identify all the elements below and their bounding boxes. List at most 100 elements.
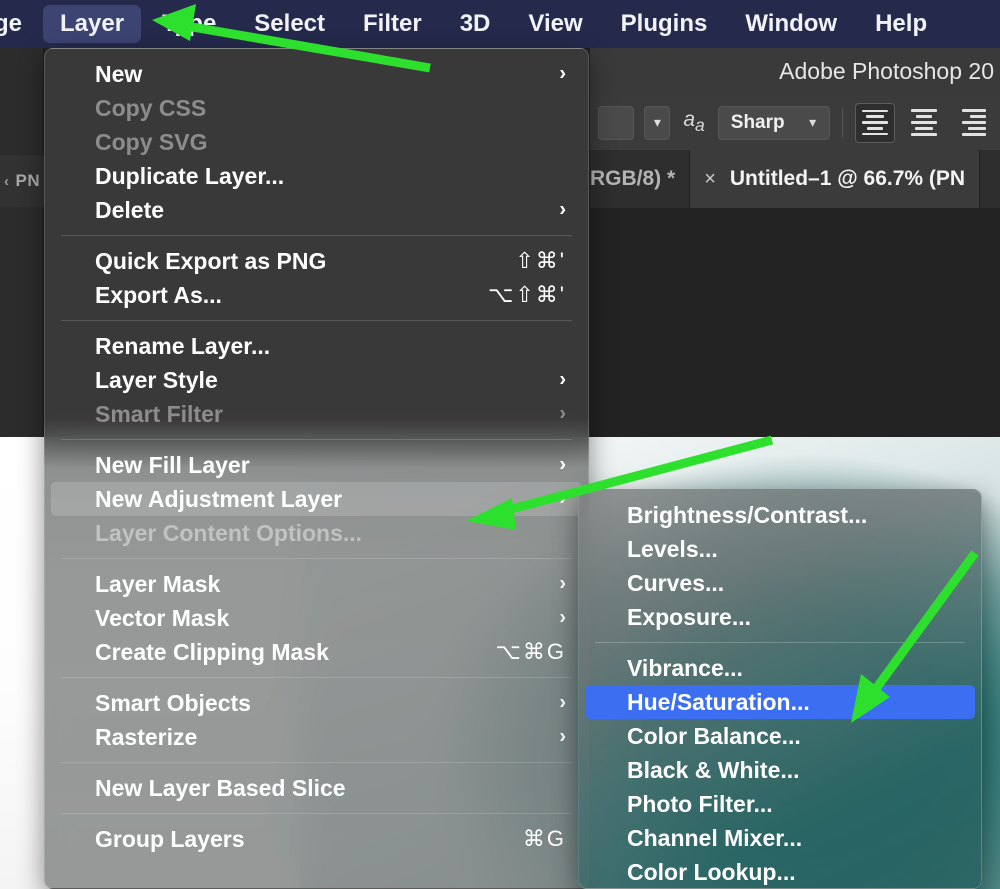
- anti-alias-icon: aa: [680, 108, 707, 136]
- menu-separator: [595, 642, 965, 643]
- new-adjustment-layer-submenu[interactable]: Brightness/Contrast...Levels... Curves...…: [578, 489, 982, 889]
- align-right-icon[interactable]: [953, 103, 992, 143]
- menu-separator: [61, 439, 572, 440]
- menubar[interactable]: geLayerTypeSelectFilter3DViewPluginsWind…: [0, 0, 1000, 48]
- chevron-right-icon: ›: [559, 199, 566, 222]
- menu-item-black-white[interactable]: Black & White...: [585, 753, 975, 787]
- menubar-item-help[interactable]: Help: [858, 5, 944, 43]
- menubar-item-view[interactable]: View: [511, 5, 599, 43]
- menu-item-label: Black & White...: [627, 757, 959, 784]
- menu-item-label: Layer Mask: [95, 571, 566, 598]
- left-panel-tabstrip[interactable]: ‹ PN: [0, 155, 44, 207]
- document-tabbar[interactable]: RGB/8) * × Untitled–1 @ 66.7% (PN: [590, 150, 1000, 208]
- menu-item-hue-saturation[interactable]: Hue/Saturation...: [585, 685, 975, 719]
- document-tab[interactable]: × Untitled–1 @ 66.7% (PN: [690, 150, 980, 208]
- chevron-right-icon: ›: [559, 692, 566, 715]
- close-icon[interactable]: ×: [704, 168, 716, 191]
- layer-dropdown-menu[interactable]: New›Copy CSSCopy SVGDuplicate Layer...De…: [44, 48, 589, 889]
- menu-item-label: Vibrance...: [627, 655, 959, 682]
- chevron-right-icon: ›: [559, 573, 566, 596]
- menu-separator: [61, 813, 572, 814]
- menu-item-new-layer-based-slice[interactable]: New Layer Based Slice: [51, 771, 582, 805]
- menu-separator: [61, 235, 572, 236]
- menubar-item-plugins[interactable]: Plugins: [604, 5, 725, 43]
- menu-item-photo-filter[interactable]: Photo Filter...: [585, 787, 975, 821]
- menu-item-label: Group Layers: [95, 826, 503, 853]
- menu-item-exposure[interactable]: Exposure...: [585, 600, 975, 634]
- color-swatch-field[interactable]: [598, 106, 634, 140]
- menu-item-delete[interactable]: Delete›: [51, 193, 582, 227]
- menu-item-label: New: [95, 61, 566, 88]
- menu-item-shortcut: ⌥⌘G: [496, 639, 566, 665]
- menu-item-new-adjustment-layer[interactable]: New Adjustment Layer›: [51, 482, 582, 516]
- menubar-item-ge[interactable]: ge: [0, 5, 39, 43]
- menu-item-vector-mask[interactable]: Vector Mask›: [51, 601, 582, 635]
- menubar-item-3d[interactable]: 3D: [443, 5, 508, 43]
- chevron-left-icon[interactable]: ‹: [4, 173, 10, 190]
- menu-item-copy-css: Copy CSS: [51, 91, 582, 125]
- menu-item-label: Duplicate Layer...: [95, 163, 566, 190]
- menu-item-rename-layer[interactable]: Rename Layer...: [51, 329, 582, 363]
- menubar-item-type[interactable]: Type: [145, 5, 233, 43]
- menu-item-brightness-contrast[interactable]: Brightness/Contrast...: [585, 498, 975, 532]
- anti-alias-value: Sharp: [731, 112, 785, 134]
- menu-item-export-as[interactable]: Export As...⌥⇧⌘': [51, 278, 582, 312]
- menu-item-shortcut: ⌥⇧⌘': [488, 282, 566, 308]
- menu-item-layer-mask[interactable]: Layer Mask›: [51, 567, 582, 601]
- menu-item-copy-svg: Copy SVG: [51, 125, 582, 159]
- menu-item-duplicate-layer[interactable]: Duplicate Layer...: [51, 159, 582, 193]
- menu-item-label: Hue/Saturation...: [627, 689, 959, 716]
- menu-item-label: Copy SVG: [95, 129, 566, 156]
- menu-item-label: Vector Mask: [95, 605, 566, 632]
- menu-item-color-balance[interactable]: Color Balance...: [585, 719, 975, 753]
- chevron-down-icon[interactable]: ▾: [645, 114, 669, 131]
- menu-item-vibrance[interactable]: Vibrance...: [585, 651, 975, 685]
- menu-item-group-layers[interactable]: Group Layers ⌘G: [51, 822, 582, 856]
- menu-item-shortcut: ⇧⌘': [515, 248, 566, 274]
- menubar-item-window[interactable]: Window: [728, 5, 854, 43]
- menu-item-layer-content-options: Layer Content Options...: [51, 516, 582, 550]
- anti-alias-select[interactable]: Sharp ▾: [718, 106, 830, 140]
- chevron-right-icon: ›: [559, 403, 566, 426]
- menu-item-rasterize[interactable]: Rasterize›: [51, 720, 582, 754]
- menu-item-color-lookup[interactable]: Color Lookup...: [585, 855, 975, 889]
- menu-item-quick-export-as-png[interactable]: Quick Export as PNG ⇧⌘': [51, 244, 582, 278]
- menu-item-shortcut: ⌘G: [523, 826, 566, 852]
- document-tab-label: Untitled–1 @ 66.7% (PN: [730, 167, 965, 191]
- menu-item-levels[interactable]: Levels...: [585, 532, 975, 566]
- menubar-item-layer[interactable]: Layer: [43, 5, 141, 43]
- chevron-down-icon[interactable]: ▾: [801, 114, 825, 131]
- app-title: Adobe Photoshop 20: [779, 58, 994, 85]
- menu-item-create-clipping-mask[interactable]: Create Clipping Mask ⌥⌘G: [51, 635, 582, 669]
- menu-item-layer-style[interactable]: Layer Style›: [51, 363, 582, 397]
- toolbar-divider: [842, 108, 843, 138]
- menu-separator: [61, 762, 572, 763]
- options-dropdown-button[interactable]: ▾: [644, 106, 670, 140]
- menu-item-new-fill-layer[interactable]: New Fill Layer›: [51, 448, 582, 482]
- menu-item-label: Layer Content Options...: [95, 520, 566, 547]
- app-titlebar: Adobe Photoshop 20: [590, 48, 1000, 95]
- menu-separator: [61, 677, 572, 678]
- menu-item-label: Layer Style: [95, 367, 566, 394]
- menu-item-label: Quick Export as PNG: [95, 248, 495, 275]
- menu-item-channel-mixer[interactable]: Channel Mixer...: [585, 821, 975, 855]
- menu-item-label: Channel Mixer...: [627, 825, 959, 852]
- menu-item-new[interactable]: New›: [51, 57, 582, 91]
- menu-item-label: Rename Layer...: [95, 333, 566, 360]
- menubar-item-select[interactable]: Select: [237, 5, 342, 43]
- options-toolbar[interactable]: ▾ aa Sharp ▾: [590, 95, 1000, 150]
- align-left-icon[interactable]: [855, 103, 895, 143]
- menu-item-smart-objects[interactable]: Smart Objects›: [51, 686, 582, 720]
- menu-item-label: Smart Filter: [95, 401, 566, 428]
- menubar-item-filter[interactable]: Filter: [346, 5, 439, 43]
- align-center-icon[interactable]: [905, 103, 944, 143]
- left-panel-strip: [0, 48, 44, 437]
- document-tab[interactable]: RGB/8) *: [590, 150, 690, 208]
- menu-item-label: Curves...: [627, 570, 959, 597]
- menu-item-label: Create Clipping Mask: [95, 639, 476, 666]
- menu-item-curves[interactable]: Curves...: [585, 566, 975, 600]
- menu-separator: [61, 558, 572, 559]
- chevron-right-icon: ›: [559, 369, 566, 392]
- chevron-right-icon: ›: [559, 726, 566, 749]
- document-tab-label: RGB/8) *: [590, 167, 675, 191]
